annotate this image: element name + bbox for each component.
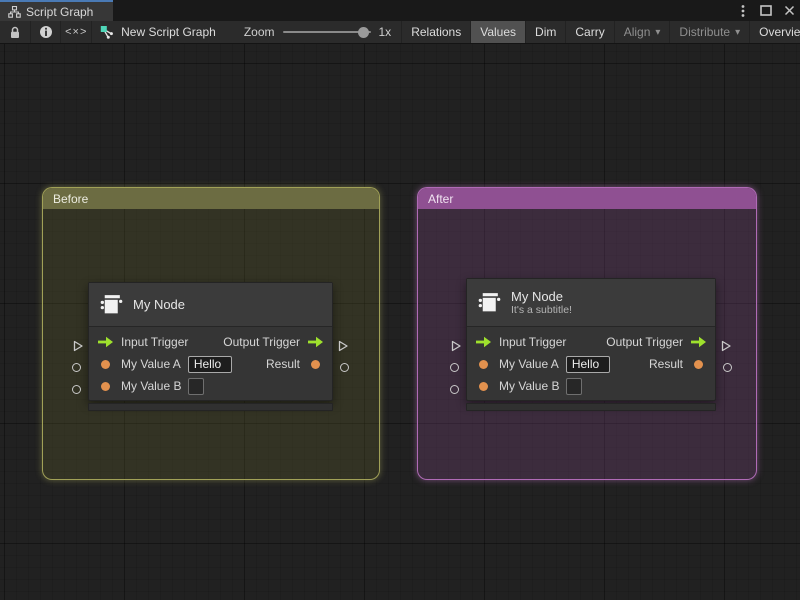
result-label: Result xyxy=(648,357,683,371)
input-trigger-label: Input Trigger xyxy=(499,335,567,349)
group-after-title: After xyxy=(428,191,454,206)
trigger-row: Input Trigger Output Trigger xyxy=(89,331,332,353)
value-a-label: My Value A xyxy=(121,357,181,371)
zoom-control: Zoom 1x xyxy=(226,21,401,43)
ext-value-b-port[interactable] xyxy=(72,385,81,394)
ext-input-trigger-port[interactable] xyxy=(72,340,84,352)
group-before-title: Before xyxy=(53,191,89,206)
node-before-body: Input Trigger Output Trigger My Value A … xyxy=(89,327,332,400)
info-icon xyxy=(39,25,53,39)
lock-button[interactable] xyxy=(0,21,31,43)
output-trigger-label: Output Trigger xyxy=(223,335,300,349)
trigger-row: Input Trigger Output Trigger xyxy=(467,331,715,353)
script-graph-window: Script Graph <×> New Script Graph Zoom 1… xyxy=(0,0,800,600)
node-icon xyxy=(99,292,124,317)
ext-output-trigger-port[interactable] xyxy=(720,340,732,352)
zoom-slider[interactable] xyxy=(282,26,371,38)
maximize-icon[interactable] xyxy=(759,4,773,18)
input-trigger-port-icon[interactable] xyxy=(97,336,114,348)
relations-button[interactable]: Relations xyxy=(402,21,472,43)
menu-kebab-icon[interactable] xyxy=(736,4,750,18)
value-b-port-icon[interactable] xyxy=(101,381,110,391)
value-b-input[interactable] xyxy=(188,377,205,395)
value-b-row: My Value B xyxy=(467,375,715,397)
node-subtitle: It's a subtitle! xyxy=(511,303,572,316)
result-label: Result xyxy=(265,357,300,371)
graph-canvas[interactable]: Before After My Node Input Trigger Outpu… xyxy=(0,44,800,600)
group-before-header[interactable]: Before xyxy=(43,188,379,209)
value-b-label: My Value B xyxy=(499,379,560,393)
ext-input-trigger-port[interactable] xyxy=(450,340,462,352)
value-a-label: My Value A xyxy=(499,357,559,371)
toolbar-right-buttons: Relations Values Dim Carry Align Distrib… xyxy=(401,21,800,43)
node-icon xyxy=(477,290,502,315)
graph-hierarchy-icon xyxy=(8,5,21,18)
node-after-header[interactable]: My Node It's a subtitle! xyxy=(467,279,715,327)
node-before[interactable]: My Node Input Trigger Output Trigger My … xyxy=(72,282,349,401)
ext-result-port[interactable] xyxy=(340,363,349,372)
distribute-dropdown[interactable]: Distribute xyxy=(670,21,751,43)
info-button[interactable] xyxy=(31,21,62,43)
value-a-row: My Value A Result xyxy=(467,353,715,375)
ext-value-b-port[interactable] xyxy=(450,385,459,394)
tab-bar: Script Graph xyxy=(0,0,800,21)
input-trigger-port-icon[interactable] xyxy=(475,336,492,348)
node-before-footer xyxy=(88,403,333,411)
value-a-row: My Value A Result xyxy=(89,353,332,375)
code-icon: <×> xyxy=(65,26,88,38)
ext-output-trigger-port[interactable] xyxy=(337,340,349,352)
value-b-label: My Value B xyxy=(121,379,182,393)
tab-script-graph[interactable]: Script Graph xyxy=(0,0,113,21)
zoom-value: 1x xyxy=(378,25,392,39)
lock-icon xyxy=(9,26,21,39)
input-trigger-label: Input Trigger xyxy=(121,335,189,349)
script-graph-asset-icon xyxy=(100,25,115,40)
overview-button[interactable]: Overview xyxy=(750,21,800,43)
code-view-button[interactable]: <×> xyxy=(61,21,93,43)
value-a-port-icon[interactable] xyxy=(479,359,488,369)
group-after-header[interactable]: After xyxy=(418,188,756,209)
node-after-body: Input Trigger Output Trigger My Value A … xyxy=(467,327,715,400)
close-icon[interactable] xyxy=(782,4,796,18)
zoom-slider-knob[interactable] xyxy=(357,26,369,38)
result-port-icon[interactable] xyxy=(694,359,703,369)
zoom-label: Zoom xyxy=(243,25,275,39)
graph-name-label: New Script Graph xyxy=(121,25,216,39)
output-trigger-port-icon[interactable] xyxy=(690,336,707,348)
ext-result-port[interactable] xyxy=(723,363,732,372)
dim-button[interactable]: Dim xyxy=(526,21,567,43)
graph-toolbar: <×> New Script Graph Zoom 1x Relations V… xyxy=(0,21,800,44)
graph-name-button[interactable]: New Script Graph xyxy=(92,21,226,43)
value-a-input[interactable] xyxy=(565,355,610,373)
node-after-footer xyxy=(466,403,716,411)
values-button[interactable]: Values xyxy=(471,21,527,43)
value-b-row: My Value B xyxy=(89,375,332,397)
carry-button[interactable]: Carry xyxy=(566,21,615,43)
node-before-header[interactable]: My Node xyxy=(89,283,332,327)
output-trigger-port-icon[interactable] xyxy=(307,336,324,348)
value-b-port-icon[interactable] xyxy=(479,381,488,391)
tab-title: Script Graph xyxy=(26,4,94,19)
align-dropdown[interactable]: Align xyxy=(615,21,671,43)
node-after[interactable]: My Node It's a subtitle! Input Trigger O… xyxy=(450,278,732,401)
node-title: My Node xyxy=(511,288,564,304)
value-b-input[interactable] xyxy=(566,377,583,395)
ext-value-a-port[interactable] xyxy=(72,363,81,372)
node-title: My Node xyxy=(133,297,186,312)
value-a-port-icon[interactable] xyxy=(101,359,110,369)
window-controls xyxy=(736,0,796,21)
ext-value-a-port[interactable] xyxy=(450,363,459,372)
output-trigger-label: Output Trigger xyxy=(606,335,683,349)
value-a-input[interactable] xyxy=(187,355,232,373)
result-port-icon[interactable] xyxy=(311,359,320,369)
